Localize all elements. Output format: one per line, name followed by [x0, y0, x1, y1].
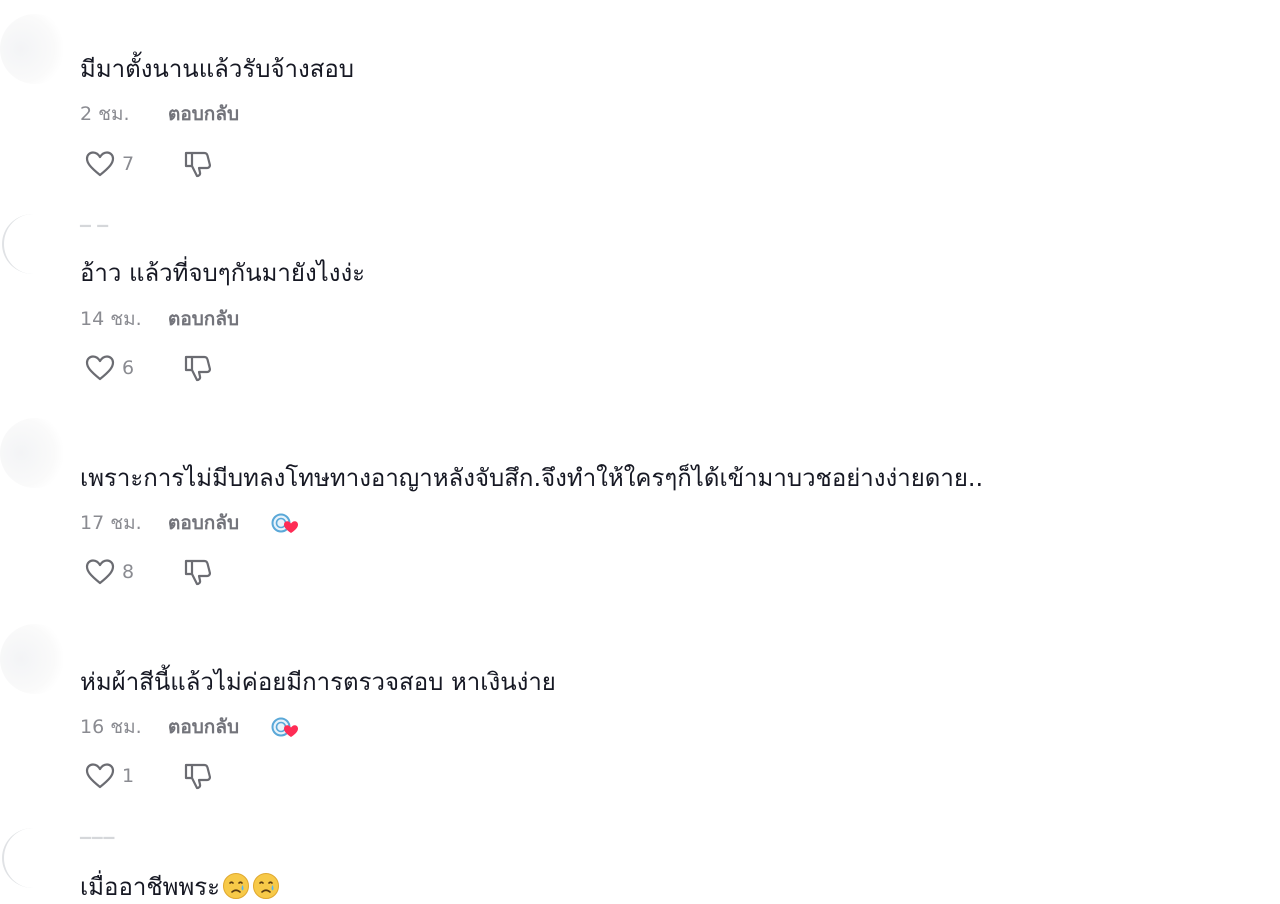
comment-actions: 1 — [84, 759, 214, 793]
creator-liked-icon — [271, 513, 299, 533]
avatar[interactable] — [0, 418, 70, 488]
heart-icon[interactable] — [84, 353, 116, 383]
comment-meta: 14 ชม. ตอบกลับ — [80, 306, 239, 332]
like-count: 6 — [122, 357, 135, 379]
comment-text: เมื่ออาชีพพระ — [80, 872, 280, 902]
comment-text-body: เมื่ออาชีพพระ — [80, 873, 221, 901]
comment-text: ห่มผ้าสีนี้แล้วไม่ค่อยมีการตรวจสอบ หาเงิ… — [80, 668, 556, 696]
heart-icon[interactable] — [84, 761, 116, 791]
heart-icon[interactable] — [84, 149, 116, 179]
comment-time: 14 ชม. — [80, 308, 142, 330]
comment-time: 17 ชม. — [80, 512, 142, 534]
crying-face-icon — [253, 873, 280, 899]
thumbs-down-icon[interactable] — [182, 352, 214, 384]
comment-meta: 16 ชม. ตอบกลับ — [80, 714, 301, 740]
like-count: 8 — [122, 561, 135, 583]
username[interactable]: ▔ ▔ — [80, 226, 109, 242]
like-count: 1 — [122, 765, 135, 787]
comment-text: มีมาตั้งนานแล้วรับจ้างสอบ — [80, 55, 355, 83]
reply-button[interactable]: ตอบกลับ — [168, 712, 239, 742]
reply-button[interactable]: ตอบกลับ — [168, 304, 239, 334]
thumbs-down-icon[interactable] — [182, 556, 214, 588]
comment-actions: 6 — [84, 351, 214, 385]
like-count: 7 — [122, 153, 135, 175]
comment-text: เพราะการไม่มีบทลงโทษทางอาญาหลังจับสึก.จึ… — [80, 464, 984, 492]
crying-face-icon — [223, 873, 250, 899]
username[interactable]: ▔▔▔ — [80, 838, 115, 854]
avatar[interactable] — [2, 828, 64, 888]
comment-meta: 2 ชม. ตอบกลับ — [80, 101, 239, 127]
creator-liked-icon — [271, 717, 299, 737]
comment-time: 2 ชม. — [80, 103, 130, 125]
comment-time: 16 ชม. — [80, 716, 142, 738]
avatar[interactable] — [2, 214, 64, 274]
avatar[interactable] — [0, 14, 70, 84]
comment-text: อ้าว แล้วที่จบๆกันมายังไงง่ะ — [80, 259, 366, 287]
reply-button[interactable]: ตอบกลับ — [168, 508, 239, 538]
avatar[interactable] — [0, 624, 70, 694]
thumbs-down-icon[interactable] — [182, 148, 214, 180]
comment-meta: 17 ชม. ตอบกลับ — [80, 510, 301, 536]
thumbs-down-icon[interactable] — [182, 760, 214, 792]
comment-actions: 7 — [84, 147, 214, 181]
heart-icon[interactable] — [84, 557, 116, 587]
reply-button[interactable]: ตอบกลับ — [168, 99, 239, 129]
comment-actions: 8 — [84, 555, 214, 589]
